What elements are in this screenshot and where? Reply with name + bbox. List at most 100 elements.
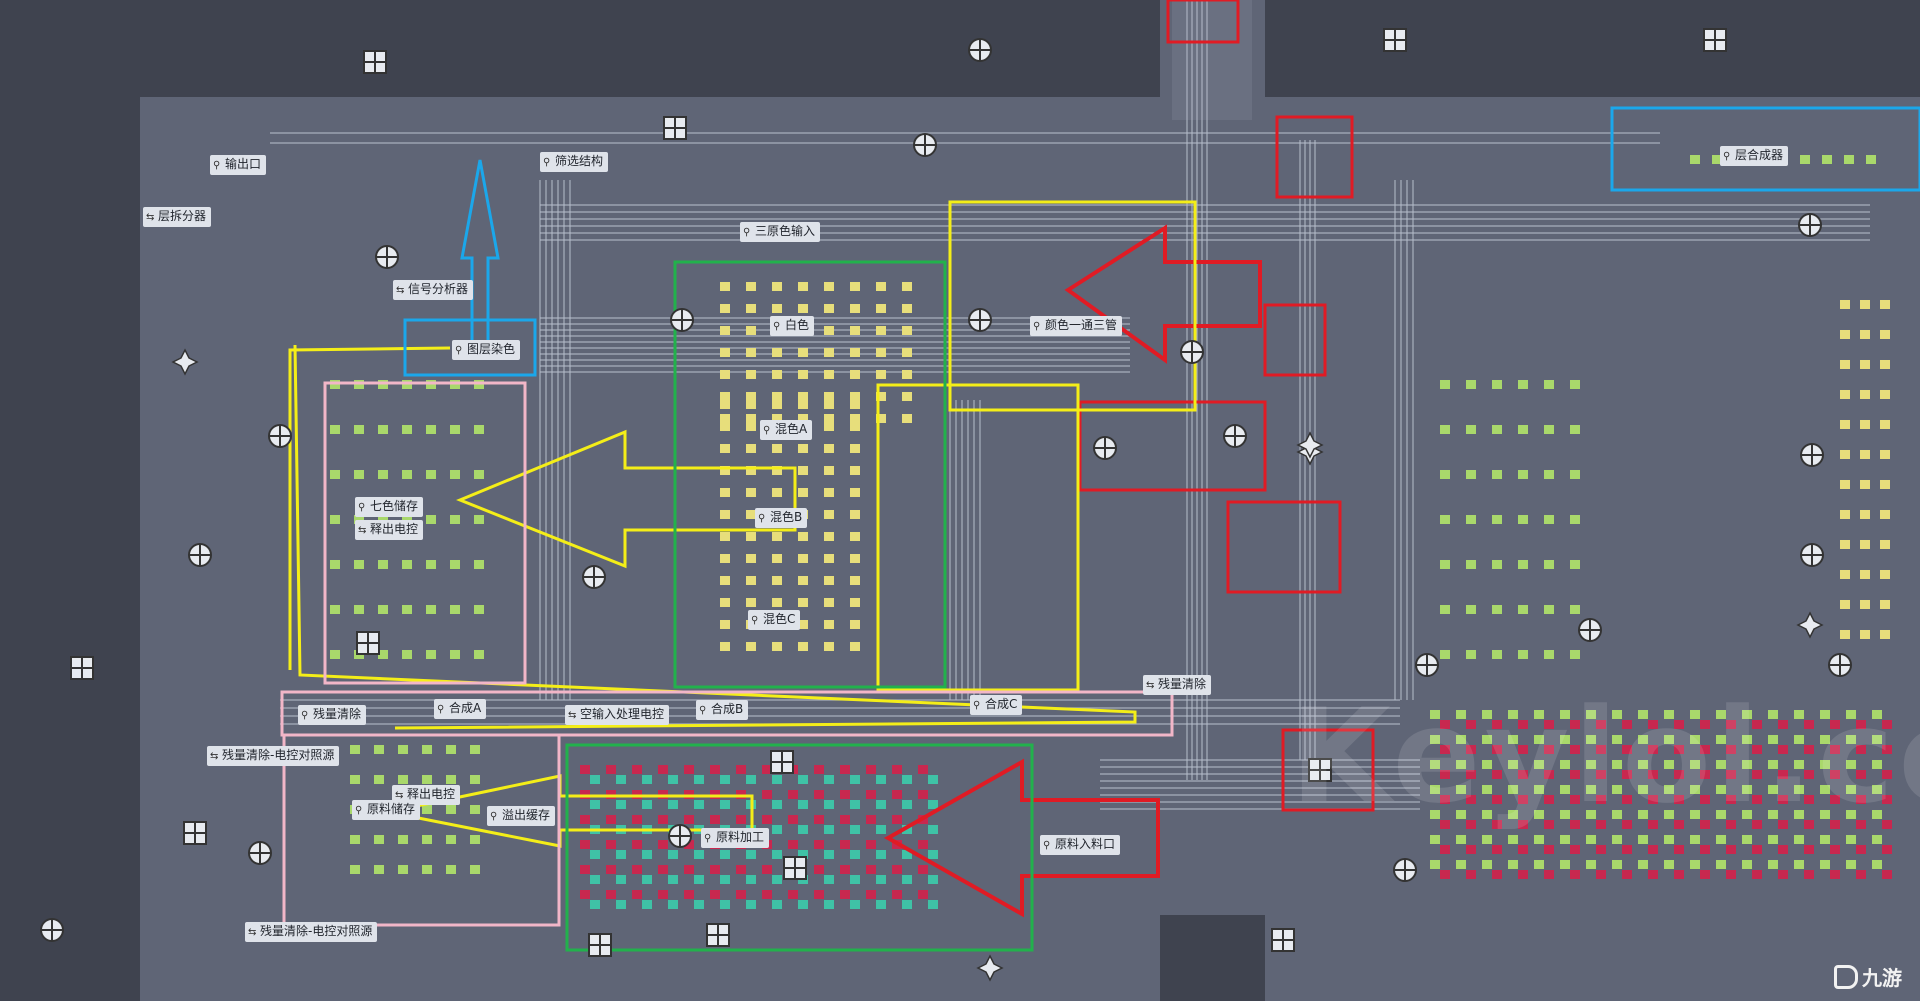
label-filter-structure[interactable]: ⚲ 筛选结构	[540, 152, 609, 172]
label-synth-b[interactable]: ⚲ 合成B	[696, 700, 749, 720]
processing-machine	[580, 890, 590, 899]
pin-marker-icon: ⚲	[355, 805, 363, 816]
processing-machine	[616, 775, 626, 784]
square-hub-icon	[1271, 928, 1295, 952]
processing-machine	[658, 865, 668, 874]
processing-machine	[866, 765, 876, 774]
storage-machine	[378, 605, 388, 614]
label-residual-clear-left[interactable]: ⚲ 残量清除	[298, 705, 367, 725]
far-right-machine	[1880, 420, 1890, 429]
label-color-channel[interactable]: ⚲ 颜色一通三管	[1030, 316, 1123, 336]
far-right-machine	[1860, 570, 1870, 579]
factory-map[interactable]	[0, 0, 1920, 1001]
right-processing-machine	[1586, 760, 1596, 769]
processing-machine	[606, 890, 616, 899]
circle-hub-icon	[1800, 443, 1824, 467]
circle-hub-icon	[1223, 424, 1247, 448]
processing-machine	[798, 800, 808, 809]
label-release-control[interactable]: ⇆ 释出电控	[355, 520, 424, 540]
mix-machine	[824, 466, 834, 475]
mix-machine	[746, 488, 756, 497]
processing-machine	[918, 765, 928, 774]
far-right-machine	[1840, 360, 1850, 369]
label-synth-a[interactable]: ⚲ 合成A	[434, 699, 487, 719]
processing-machine	[736, 865, 746, 874]
processing-machine	[788, 790, 798, 799]
circle-hub-icon	[1798, 213, 1822, 237]
right-processing-machine	[1612, 860, 1622, 869]
right-processing-machine	[1856, 770, 1866, 779]
mix-machine	[798, 392, 808, 401]
label-layer-combiner[interactable]: ⚲ 层合成器	[1720, 146, 1789, 166]
far-right-machine	[1880, 540, 1890, 549]
mix-machine	[850, 466, 860, 475]
label-residual-clear-right[interactable]: ⇆ 残量清除	[1143, 675, 1212, 695]
right-processing-machine	[1742, 810, 1752, 819]
synth-machine	[470, 745, 480, 754]
label-raw-storage[interactable]: ⚲ 原料储存	[352, 800, 421, 820]
label-mix-c[interactable]: ⚲ 混色C	[748, 610, 801, 630]
right-storage-machine	[1466, 470, 1476, 479]
processing-machine	[606, 815, 616, 824]
processing-machine	[928, 850, 938, 859]
processing-machine	[798, 775, 808, 784]
far-right-machine	[1860, 330, 1870, 339]
mix-machine	[824, 414, 834, 423]
storage-machine	[426, 650, 436, 659]
right-processing-machine	[1726, 745, 1736, 754]
storage-machine	[474, 560, 484, 569]
circle-hub-icon	[1800, 543, 1824, 567]
right-processing-machine	[1664, 835, 1674, 844]
processing-machine	[814, 815, 824, 824]
label-signal-analyzer[interactable]: ⇆ 信号分析器	[393, 280, 474, 300]
label-layer-splitter[interactable]: ⇆ 层拆分器	[143, 207, 212, 227]
label-white[interactable]: ⚲ 白色	[770, 316, 815, 336]
pin-marker-icon: ⚲	[751, 615, 759, 626]
storage-machine	[426, 515, 436, 524]
storage-machine	[474, 470, 484, 479]
right-processing-machine	[1638, 760, 1648, 769]
processing-machine	[840, 865, 850, 874]
pin-marker-icon: ⚲	[704, 833, 712, 844]
game-viewport[interactable]: ⚲ 输出口 ⚲ 筛选结构 ⇆ 层拆分器 ⚲ 三原色输入 ⇆ 信号分析器 ⚲ 图层染色 ⚲ 白色…	[0, 0, 1920, 1001]
processing-machine	[710, 815, 720, 824]
processing-machine	[606, 840, 616, 849]
right-processing-machine	[1570, 745, 1580, 754]
right-processing-machine	[1872, 835, 1882, 844]
label-residual-clear-ref-1[interactable]: ⇆ 残量清除-电控对照源	[207, 746, 340, 766]
label-primary-color-input[interactable]: ⚲ 三原色输入	[740, 222, 821, 242]
far-right-machine	[1840, 300, 1850, 309]
processing-machine	[658, 815, 668, 824]
label-mix-b[interactable]: ⚲ 混色B	[755, 508, 808, 528]
label-raw-processing[interactable]: ⚲ 原料加工	[701, 828, 770, 848]
mix-machine	[902, 392, 912, 401]
circle-hub-icon	[582, 565, 606, 589]
label-synth-c[interactable]: ⚲ 合成C	[970, 695, 1023, 715]
synth-machine	[398, 775, 408, 784]
right-processing-machine	[1872, 785, 1882, 794]
label-residual-clear-ref-2[interactable]: ⇆ 残量清除-电控对照源	[245, 922, 378, 942]
label-overflow-cache[interactable]: ⚲ 溢出缓存	[487, 806, 556, 826]
right-processing-machine	[1804, 870, 1814, 879]
processing-machine	[928, 775, 938, 784]
label-mix-a[interactable]: ⚲ 混色A	[760, 420, 813, 440]
label-output-port[interactable]: ⚲ 输出口	[210, 155, 267, 175]
right-processing-machine	[1726, 845, 1736, 854]
right-processing-machine	[1726, 820, 1736, 829]
storage-machine	[474, 515, 484, 524]
right-processing-machine	[1648, 745, 1658, 754]
right-processing-machine	[1612, 835, 1622, 844]
pin-marker-icon: ⚲	[699, 705, 707, 716]
mix-machine	[850, 370, 860, 379]
right-storage-machine	[1518, 380, 1528, 389]
label-dye-color[interactable]: ⚲ 图层染色	[452, 340, 521, 360]
right-processing-machine	[1846, 735, 1856, 744]
right-storage-machine	[1570, 560, 1580, 569]
label-seven-color-storage[interactable]: ⚲ 七色储存	[355, 497, 424, 517]
far-right-machine	[1860, 510, 1870, 519]
label-empty-input-control[interactable]: ⇆ 空输入处理电控	[565, 705, 670, 725]
label-raw-input[interactable]: ⚲ 原料入料口	[1040, 835, 1121, 855]
far-right-machine	[1840, 570, 1850, 579]
mix-machine	[850, 400, 860, 409]
processing-machine	[668, 800, 678, 809]
